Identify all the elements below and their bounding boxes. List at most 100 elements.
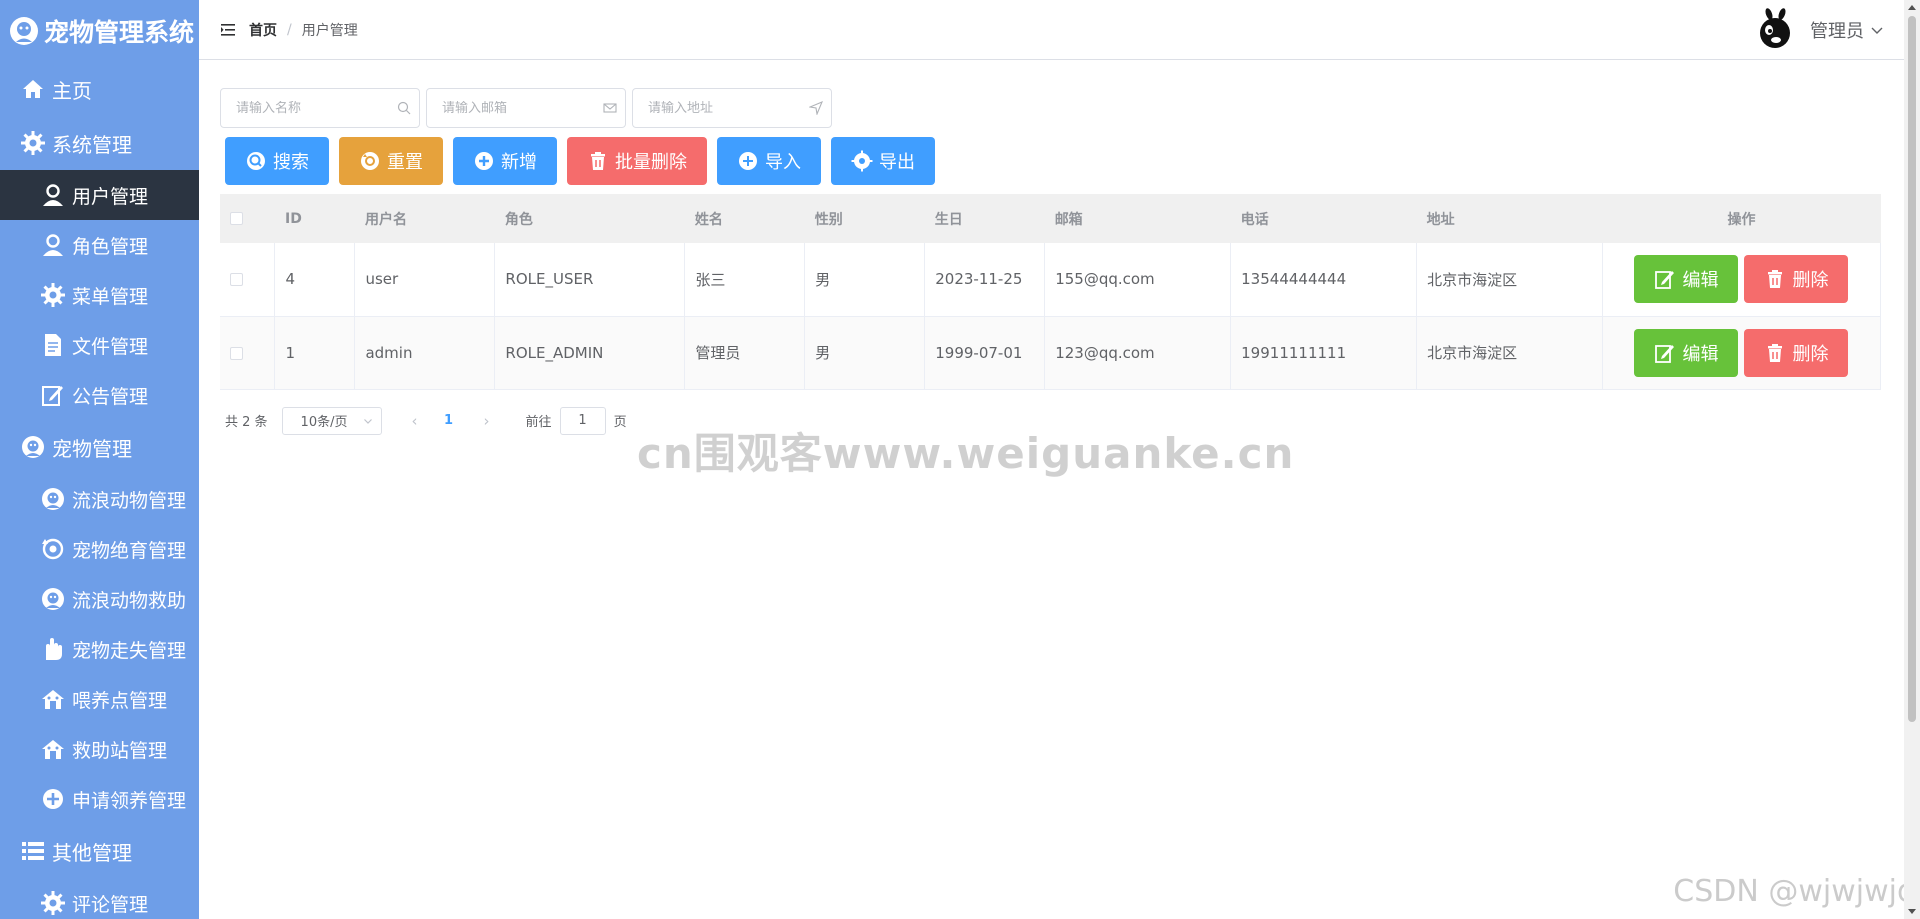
sidebar-item-label: 宠物走失管理 xyxy=(72,639,187,662)
add-button[interactable]: 新增 xyxy=(453,137,557,185)
mail-icon xyxy=(603,101,617,115)
search-button[interactable]: 搜索 xyxy=(225,137,329,185)
scrollbar[interactable] xyxy=(1904,0,1920,919)
gear-icon xyxy=(20,130,46,156)
avatar xyxy=(1760,8,1790,48)
reset-button[interactable]: 重置 xyxy=(339,137,443,185)
sidebar-item[interactable]: 主页 xyxy=(0,62,199,116)
name-search-input[interactable] xyxy=(236,100,397,116)
page-number[interactable]: 1 xyxy=(434,413,464,428)
house-icon xyxy=(40,686,66,712)
plus-circle-icon xyxy=(40,786,66,812)
address-search-field[interactable] xyxy=(632,88,832,128)
sidebar-item[interactable]: 宠物管理 xyxy=(0,420,199,474)
chevron-down-icon xyxy=(1871,27,1883,34)
email-search-input[interactable] xyxy=(442,100,603,116)
sidebar-item[interactable]: 公告管理 xyxy=(0,370,199,420)
address-search-input[interactable] xyxy=(648,100,809,116)
sidebar-item[interactable]: 菜单管理 xyxy=(0,270,199,320)
user-dropdown[interactable]: 管理员 xyxy=(1754,8,1884,52)
breadcrumb-home[interactable]: 首页 xyxy=(249,20,277,40)
hand-icon xyxy=(40,636,66,662)
edit-icon xyxy=(1654,342,1676,364)
page-size-select[interactable]: 10条/页 xyxy=(281,406,382,435)
cell-phone: 13544444444 xyxy=(1230,243,1418,317)
table-row: 4 user ROLE_USER 张三男 2023-11-25 155@qq.com 135… xyxy=(220,243,1882,317)
trash-icon xyxy=(1764,342,1786,364)
app-logo: 宠物管理系统 xyxy=(0,0,199,62)
filter-bar xyxy=(220,88,1883,128)
row-actions: 编辑 删除 xyxy=(1602,243,1882,317)
delete-button[interactable]: 删除 xyxy=(1744,328,1849,377)
goto-label: 前往 xyxy=(525,415,552,430)
sidebar-item[interactable]: 宠物绝育管理 xyxy=(0,524,199,574)
next-page-button[interactable]: › xyxy=(468,412,506,430)
sidebar-item-label: 公告管理 xyxy=(72,385,149,408)
cell-name: 张三 xyxy=(684,243,806,317)
pet-icon xyxy=(20,434,46,460)
prev-page-button[interactable]: ‹ xyxy=(396,412,434,430)
column-header: 地址 xyxy=(1426,211,1455,228)
scroll-down-arrow[interactable] xyxy=(1908,909,1916,914)
delete-button[interactable]: 删除 xyxy=(1744,255,1849,304)
watermark-text: cn围观客www.weiguanke.cn xyxy=(637,429,1295,478)
row-checkbox[interactable] xyxy=(220,243,276,317)
sidebar-item[interactable]: 流浪动物管理 xyxy=(0,474,199,524)
sidebar-item-label: 主页 xyxy=(52,78,92,103)
sidebar-item-label: 申请领养管理 xyxy=(72,789,187,812)
scroll-up-arrow[interactable] xyxy=(1908,5,1916,10)
sidebar-item[interactable]: 申请领养管理 xyxy=(0,774,199,824)
table-body: 4 user ROLE_USER 张三男 2023-11-25 155@qq.com 135… xyxy=(220,243,1882,390)
sidebar-item[interactable]: 用户管理 xyxy=(0,170,199,220)
column-header: 角色 xyxy=(504,211,533,228)
sidebar-item[interactable]: 宠物走失管理 xyxy=(0,624,199,674)
column-header: 姓名 xyxy=(694,211,723,228)
sidebar-item-label: 用户管理 xyxy=(72,185,149,208)
scroll-thumb[interactable] xyxy=(1908,16,1916,722)
search-icon xyxy=(397,101,411,115)
import-button[interactable]: 导入 xyxy=(717,137,821,185)
sidebar-item[interactable]: 流浪动物救助 xyxy=(0,574,199,624)
breadcrumb-current: 用户管理 xyxy=(301,22,358,39)
goto-page-input[interactable] xyxy=(559,406,606,435)
name-search-field[interactable] xyxy=(220,88,420,128)
export-button[interactable]: 导出 xyxy=(831,137,935,185)
sidebar: 宠物管理系统 主页系统管理用户管理角色管理 菜单管理 文件管理公告管理宠物管理流浪动… xyxy=(0,0,199,919)
gear-icon xyxy=(40,282,66,308)
sidebar-item-label: 宠物管理 xyxy=(52,436,132,461)
batch-delete-button[interactable]: 批量删除 xyxy=(567,137,707,185)
cell-birthday: 2023-11-25 xyxy=(924,243,1046,317)
toolbar: 搜索 重置 新增 批量删除 导入 导出 xyxy=(225,137,1883,185)
user-name: 管理员 xyxy=(1810,21,1864,42)
sidebar-item[interactable]: 文件管理 xyxy=(0,320,199,370)
sidebar-item[interactable]: 系统管理 xyxy=(0,116,199,170)
document-icon xyxy=(40,332,66,358)
pet-logo-icon xyxy=(8,15,40,47)
trash-icon xyxy=(587,150,609,172)
home-icon xyxy=(20,76,46,102)
menu-fold-icon[interactable] xyxy=(221,23,237,37)
sidebar-item[interactable]: 评论管理 xyxy=(0,878,199,919)
user-icon xyxy=(40,232,66,258)
sidebar-item[interactable]: 其他管理 xyxy=(0,824,199,878)
sidebar-item-label: 宠物绝育管理 xyxy=(72,539,187,562)
cell-username: user xyxy=(354,243,496,317)
user-icon xyxy=(40,182,66,208)
select-all-checkbox[interactable] xyxy=(220,194,275,243)
sidebar-menu: 主页系统管理用户管理角色管理 菜单管理 文件管理公告管理宠物管理流浪动物管理宠物绝育… xyxy=(0,62,199,919)
email-search-field[interactable] xyxy=(426,88,626,128)
cell-username: admin xyxy=(354,316,496,390)
edit-button[interactable]: 编辑 xyxy=(1634,328,1739,377)
sidebar-item[interactable]: 救助站管理 xyxy=(0,724,199,774)
cell-address: 北京市海淀区 xyxy=(1416,316,1603,390)
sidebar-item[interactable]: 角色管理 xyxy=(0,220,199,270)
sidebar-item-label: 评论管理 xyxy=(72,893,149,916)
table-row: 1 admin ROLE_ADMIN 管理员男 1999-07-01 123@qq.com… xyxy=(220,316,1882,390)
sidebar-item-label: 其他管理 xyxy=(52,840,132,865)
cell-role: ROLE_USER xyxy=(494,243,686,317)
sidebar-item-label: 喂养点管理 xyxy=(72,689,168,712)
sidebar-item[interactable]: 喂养点管理 xyxy=(0,674,199,724)
row-checkbox[interactable] xyxy=(220,316,276,390)
edit-button[interactable]: 编辑 xyxy=(1634,255,1739,304)
chevron-down-icon xyxy=(363,418,372,424)
